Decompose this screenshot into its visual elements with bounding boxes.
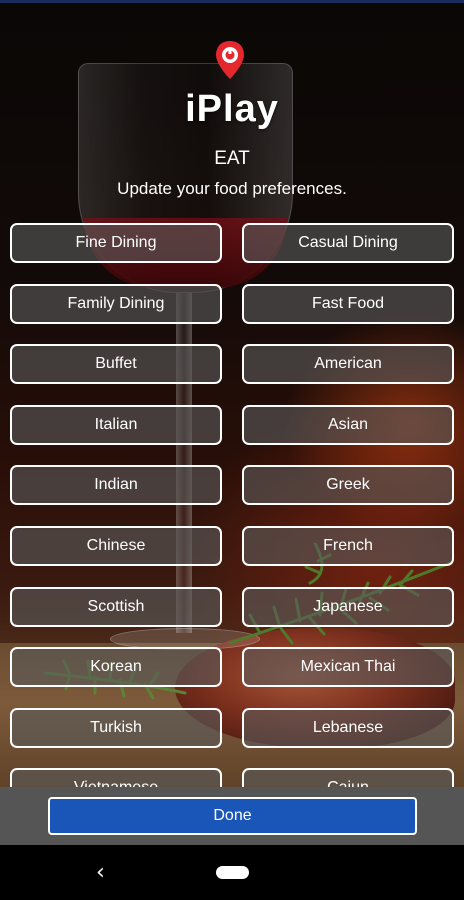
section-title: EAT — [214, 148, 250, 169]
done-button[interactable]: Done — [48, 797, 417, 835]
option-italian[interactable]: Italian — [10, 405, 222, 445]
option-indian[interactable]: Indian — [10, 465, 222, 505]
option-korean[interactable]: Korean — [10, 647, 222, 687]
option-family-dining[interactable]: Family Dining — [10, 284, 222, 324]
option-mexican-thai[interactable]: Mexican Thai — [242, 647, 454, 687]
option-asian[interactable]: Asian — [242, 405, 454, 445]
option-american[interactable]: American — [242, 344, 454, 384]
option-turkish[interactable]: Turkish — [10, 708, 222, 748]
back-chevron-icon[interactable]: ‹ — [96, 860, 105, 885]
option-buffet[interactable]: Buffet — [10, 344, 222, 384]
location-pin-logo-icon — [216, 41, 244, 79]
option-lebanese[interactable]: Lebanese — [242, 708, 454, 748]
option-fine-dining[interactable]: Fine Dining — [10, 223, 222, 263]
option-chinese[interactable]: Chinese — [10, 526, 222, 566]
option-casual-dining[interactable]: Casual Dining — [242, 223, 454, 263]
option-japanese[interactable]: Japanese — [242, 587, 454, 627]
option-scottish[interactable]: Scottish — [10, 587, 222, 627]
app-title: iPlay — [185, 88, 279, 130]
option-french[interactable]: French — [242, 526, 454, 566]
option-greek[interactable]: Greek — [242, 465, 454, 505]
page-subtitle: Update your food preferences. — [117, 179, 347, 198]
option-fast-food[interactable]: Fast Food — [242, 284, 454, 324]
home-pill-icon[interactable] — [216, 866, 249, 879]
